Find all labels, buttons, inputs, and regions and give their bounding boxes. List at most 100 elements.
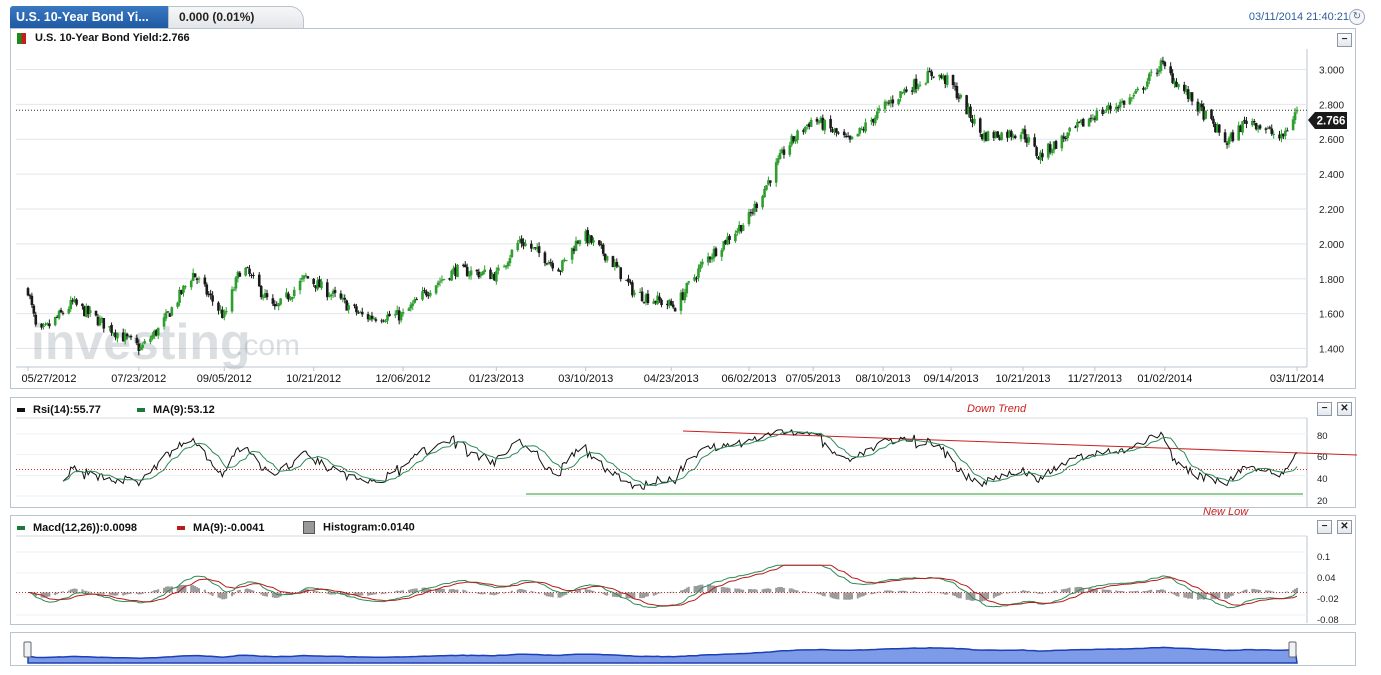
candle-up [1134, 90, 1138, 94]
candle-up [916, 86, 920, 90]
candle-up [788, 145, 792, 155]
candle-down [1023, 129, 1027, 140]
candle-down [61, 312, 65, 314]
y-tick-label: 2.400 [1319, 170, 1344, 181]
navigator-left-handle[interactable] [23, 641, 32, 658]
y-tick-label: 2.600 [1319, 135, 1344, 146]
candle-up [1136, 88, 1139, 91]
candle-up [399, 312, 403, 321]
candle-down [1109, 105, 1112, 110]
timestamp: 03/11/2014 21:40:21 [1248, 11, 1349, 23]
candle-up [565, 260, 568, 262]
candle-down [211, 295, 214, 302]
candle-down [978, 118, 982, 133]
candle-down [1210, 109, 1213, 119]
watermark-investing: investing [31, 314, 250, 370]
rsi-chart: Down Trend New Low 80 60 40 20 [16, 403, 1358, 518]
candle-down [951, 74, 955, 86]
candle-down [842, 131, 846, 136]
instrument-tab-title[interactable]: U.S. 10-Year Bond Yi... [10, 6, 168, 28]
candle-up [304, 275, 308, 277]
candle-up [495, 271, 498, 282]
candle-down [930, 71, 933, 77]
candle-down [537, 246, 541, 254]
candle-up [561, 260, 564, 271]
candle-up [372, 318, 376, 320]
candle-down [932, 76, 935, 78]
down-trend-line [682, 430, 1358, 456]
candle-down [1035, 147, 1038, 157]
candle-up [483, 269, 486, 273]
candle-up [516, 242, 520, 251]
candle-up [438, 281, 442, 283]
candle-up [1291, 119, 1295, 131]
macd-tick-1: 0.04 [1317, 573, 1336, 584]
navigator-right-handle[interactable] [1288, 641, 1297, 658]
candle-down [355, 306, 358, 313]
y-tick-label: 1.400 [1319, 345, 1344, 356]
candle-up [1027, 137, 1031, 143]
candle-down [891, 99, 895, 104]
y-tick-label: 3.000 [1319, 65, 1344, 76]
candle-up [88, 310, 92, 314]
candle-up [1118, 102, 1122, 108]
candle-down [1258, 125, 1262, 129]
down-trend-label: Down Trend [967, 403, 1027, 415]
rsi-ma-series-line [62, 431, 1298, 487]
candle-up [877, 108, 881, 111]
candle-up [407, 308, 411, 311]
candle-down [423, 290, 426, 292]
candle-up [428, 292, 432, 296]
candle-down [728, 235, 731, 240]
macd-chart: 0.1 0.04 -0.02 -0.08 [16, 535, 1339, 624]
candle-up [421, 291, 424, 300]
candle-up [763, 188, 766, 198]
candle-down [75, 299, 78, 305]
candle-up [298, 280, 302, 291]
candle-down [1010, 131, 1013, 137]
tab-bar: U.S. 10-Year Bond Yi... 0.000 (0.01%) [10, 6, 1355, 29]
candle-up [1050, 150, 1054, 154]
candle-down [543, 252, 547, 264]
instrument-tab[interactable]: U.S. 10-Year Bond Yi... 0.000 (0.01%) [10, 6, 304, 28]
rsi-tick-80: 80 [1317, 431, 1328, 442]
candle-up [926, 71, 930, 84]
candle-up [924, 83, 928, 85]
x-tick-label: 04/23/2013 [644, 373, 699, 385]
candle-up [850, 136, 854, 140]
candle-up [384, 320, 387, 322]
candle-up [347, 305, 350, 310]
instrument-tab-change: 0.000 (0.01%) [168, 6, 304, 28]
candle-down [1268, 127, 1272, 129]
candle-down [209, 293, 212, 296]
candle-down [619, 267, 623, 280]
candle-up [856, 133, 860, 137]
last-price-value: 2.766 [1317, 116, 1346, 128]
candle-down [815, 118, 819, 122]
candle-down [238, 272, 242, 277]
candle-up [1284, 130, 1287, 136]
candle-up [98, 318, 102, 326]
candle-down [475, 269, 479, 272]
candle-up [1066, 132, 1069, 139]
candle-up [778, 152, 782, 159]
candle-up [53, 316, 57, 326]
candle-down [905, 89, 908, 92]
candle-up [741, 225, 745, 231]
candle-down [1161, 60, 1165, 63]
refresh-icon[interactable]: ↻ [1349, 9, 1365, 25]
candle-down [1231, 132, 1235, 141]
candle-up [864, 122, 867, 132]
x-tick-label: 10/21/2013 [995, 373, 1050, 385]
candle-down [271, 298, 275, 304]
candle-up [67, 308, 71, 314]
candle-up [617, 266, 621, 268]
navigator-area [27, 646, 1298, 664]
navigator-chart[interactable] [11, 633, 1355, 665]
candle-up [1149, 71, 1153, 73]
candle-up [1144, 87, 1147, 90]
candle-down [1212, 118, 1215, 124]
candle-up [945, 75, 949, 85]
macd-tick-3: -0.08 [1317, 615, 1339, 624]
rsi-tick-40: 40 [1317, 474, 1328, 485]
